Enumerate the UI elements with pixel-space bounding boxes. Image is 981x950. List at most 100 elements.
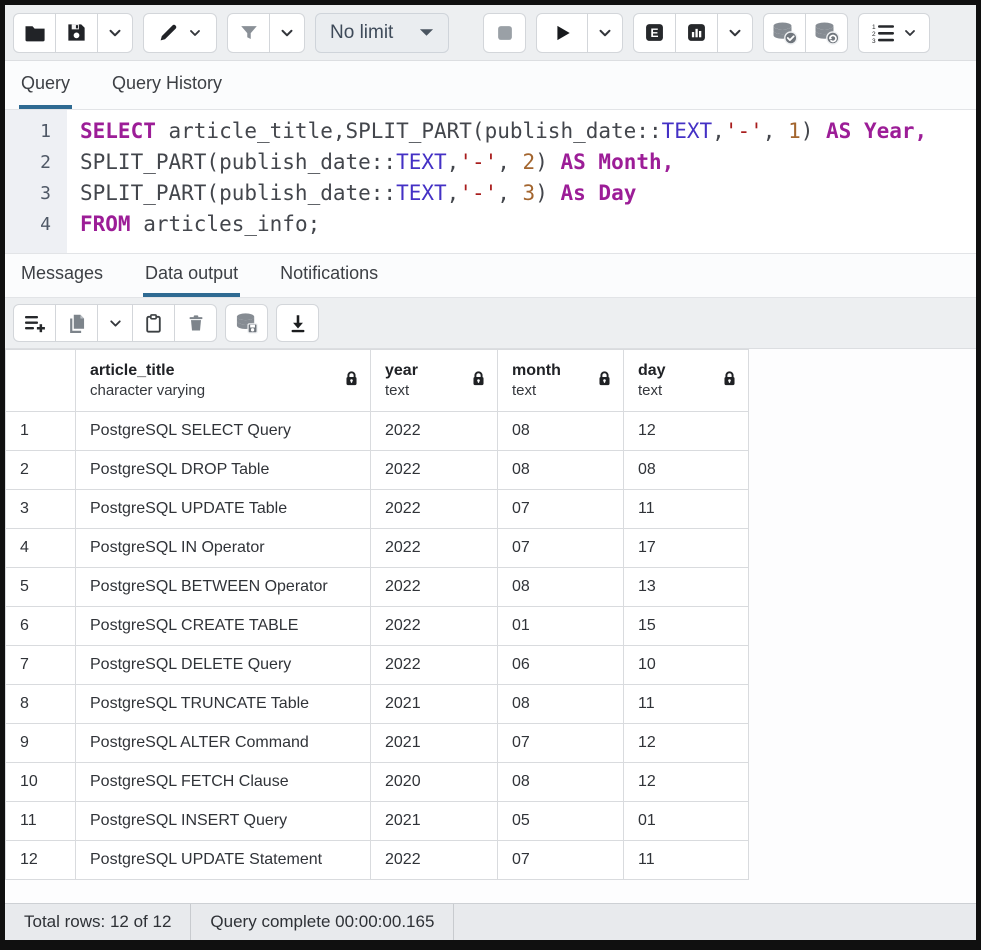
sql-editor[interactable]: 1234 SELECT article_title,SPLIT_PART(pub… (5, 110, 976, 254)
cell-day[interactable]: 10 (624, 646, 749, 685)
tab-query-history[interactable]: Query History (110, 61, 224, 109)
save-file-button[interactable] (55, 13, 98, 53)
cell-article_title[interactable]: PostgreSQL SELECT Query (76, 412, 371, 451)
cell-day[interactable]: 08 (624, 451, 749, 490)
cell-year[interactable]: 2022 (371, 529, 498, 568)
cell-year[interactable]: 2021 (371, 685, 498, 724)
cell-month[interactable]: 08 (498, 412, 624, 451)
cell-year[interactable]: 2022 (371, 490, 498, 529)
copy-options-dropdown-button[interactable] (97, 304, 133, 342)
row-number-cell[interactable]: 1 (6, 412, 76, 451)
column-header-article_title[interactable]: article_titlecharacter varying (76, 350, 371, 412)
tab-notifications[interactable]: Notifications (278, 254, 380, 297)
cell-article_title[interactable]: PostgreSQL IN Operator (76, 529, 371, 568)
cell-article_title[interactable]: PostgreSQL DROP Table (76, 451, 371, 490)
cell-article_title[interactable]: PostgreSQL ALTER Command (76, 724, 371, 763)
cell-year[interactable]: 2022 (371, 646, 498, 685)
cell-month[interactable]: 07 (498, 841, 624, 880)
cell-year[interactable]: 2021 (371, 724, 498, 763)
row-number-cell[interactable]: 11 (6, 802, 76, 841)
cell-day[interactable]: 12 (624, 412, 749, 451)
explain-analyze-button[interactable] (675, 13, 718, 53)
code-line[interactable]: FROM articles_info; (80, 209, 976, 240)
row-number-cell[interactable]: 3 (6, 490, 76, 529)
code-line[interactable]: SPLIT_PART(publish_date::TEXT,'-', 2) AS… (80, 147, 976, 178)
cell-month[interactable]: 08 (498, 568, 624, 607)
cell-day[interactable]: 12 (624, 763, 749, 802)
stop-button[interactable] (483, 13, 526, 53)
row-number-cell[interactable]: 12 (6, 841, 76, 880)
tab-query[interactable]: Query (19, 61, 72, 109)
cell-month[interactable]: 07 (498, 490, 624, 529)
tab-messages[interactable]: Messages (19, 254, 105, 297)
row-number-cell[interactable]: 5 (6, 568, 76, 607)
code-line[interactable]: SPLIT_PART(publish_date::TEXT,'-', 3) As… (80, 178, 976, 209)
cell-day[interactable]: 12 (624, 724, 749, 763)
execute-options-dropdown-button[interactable] (587, 13, 623, 53)
cell-day[interactable]: 17 (624, 529, 749, 568)
cell-article_title[interactable]: PostgreSQL INSERT Query (76, 802, 371, 841)
cell-year[interactable]: 2022 (371, 451, 498, 490)
add-row-button[interactable] (13, 304, 56, 342)
cell-year[interactable]: 2022 (371, 607, 498, 646)
tab-data-output[interactable]: Data output (143, 254, 240, 297)
commit-button[interactable] (763, 13, 806, 53)
cell-month[interactable]: 05 (498, 802, 624, 841)
row-number-cell[interactable]: 6 (6, 607, 76, 646)
cell-year[interactable]: 2022 (371, 412, 498, 451)
corner-cell[interactable] (6, 350, 76, 412)
row-number-cell[interactable]: 10 (6, 763, 76, 802)
column-header-month[interactable]: monthtext (498, 350, 624, 412)
paste-button[interactable] (132, 304, 175, 342)
column-header-year[interactable]: yeartext (371, 350, 498, 412)
code-lines[interactable]: SELECT article_title,SPLIT_PART(publish_… (67, 110, 976, 253)
cell-article_title[interactable]: PostgreSQL FETCH Clause (76, 763, 371, 802)
cell-day[interactable]: 01 (624, 802, 749, 841)
rollback-button[interactable] (805, 13, 848, 53)
macros-dropdown-button[interactable]: 123 (858, 13, 930, 53)
cell-month[interactable]: 07 (498, 724, 624, 763)
cell-article_title[interactable]: PostgreSQL UPDATE Table (76, 490, 371, 529)
cell-month[interactable]: 07 (498, 529, 624, 568)
filter-options-dropdown-button[interactable] (269, 13, 305, 53)
cell-day[interactable]: 11 (624, 490, 749, 529)
cell-year[interactable]: 2022 (371, 568, 498, 607)
cell-day[interactable]: 11 (624, 841, 749, 880)
cell-month[interactable]: 01 (498, 607, 624, 646)
delete-row-button[interactable] (174, 304, 217, 342)
cell-article_title[interactable]: PostgreSQL UPDATE Statement (76, 841, 371, 880)
cell-month[interactable]: 08 (498, 451, 624, 490)
row-number-cell[interactable]: 9 (6, 724, 76, 763)
cell-month[interactable]: 08 (498, 685, 624, 724)
filter-button[interactable] (227, 13, 270, 53)
explain-options-dropdown-button[interactable] (717, 13, 753, 53)
cell-year[interactable]: 2020 (371, 763, 498, 802)
edit-dropdown-button[interactable] (143, 13, 217, 53)
column-header-day[interactable]: daytext (624, 350, 749, 412)
save-options-dropdown-button[interactable] (97, 13, 133, 53)
cell-article_title[interactable]: PostgreSQL DELETE Query (76, 646, 371, 685)
cell-day[interactable]: 13 (624, 568, 749, 607)
explain-button[interactable]: E (633, 13, 676, 53)
cell-article_title[interactable]: PostgreSQL TRUNCATE Table (76, 685, 371, 724)
row-number-cell[interactable]: 2 (6, 451, 76, 490)
row-limit-select[interactable]: No limit (315, 13, 449, 53)
row-number-cell[interactable]: 4 (6, 529, 76, 568)
copy-button[interactable] (55, 304, 98, 342)
cell-month[interactable]: 06 (498, 646, 624, 685)
cell-article_title[interactable]: PostgreSQL BETWEEN Operator (76, 568, 371, 607)
cell-year[interactable]: 2022 (371, 841, 498, 880)
cell-year[interactable]: 2021 (371, 802, 498, 841)
cell-day[interactable]: 11 (624, 685, 749, 724)
save-data-button[interactable] (225, 304, 268, 342)
cell-article_title[interactable]: PostgreSQL CREATE TABLE (76, 607, 371, 646)
cell-day[interactable]: 15 (624, 607, 749, 646)
execute-button[interactable] (536, 13, 588, 53)
open-file-button[interactable] (13, 13, 56, 53)
row-number-cell[interactable]: 7 (6, 646, 76, 685)
cell-month[interactable]: 08 (498, 763, 624, 802)
results-tabstrip: Messages Data output Notifications (5, 254, 976, 298)
row-number-cell[interactable]: 8 (6, 685, 76, 724)
code-line[interactable]: SELECT article_title,SPLIT_PART(publish_… (80, 116, 976, 147)
download-results-button[interactable] (276, 304, 319, 342)
